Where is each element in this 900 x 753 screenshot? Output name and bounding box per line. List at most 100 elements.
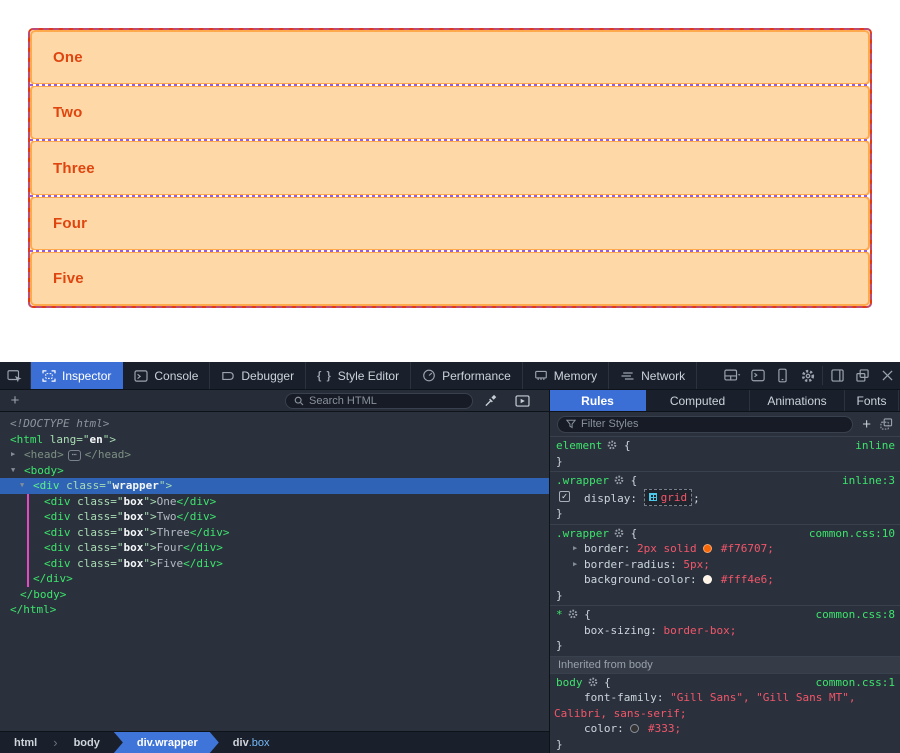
box-label: Three (53, 160, 95, 177)
rule-selector-line: * {common.css:8 (550, 607, 900, 623)
token: "> (143, 526, 156, 539)
selector-highlight-icon[interactable] (607, 440, 617, 450)
debugger-icon (221, 370, 235, 382)
markup-line[interactable]: <html lang="en"> (0, 432, 549, 448)
settings-button[interactable] (795, 362, 820, 389)
selector-highlight-icon[interactable] (614, 528, 624, 538)
selector-highlight-icon[interactable] (588, 677, 598, 687)
dock-options-button[interactable] (720, 362, 745, 389)
css-declaration[interactable]: ✓display: grid; (550, 489, 900, 507)
stylesheet-link[interactable]: inline:3 (842, 473, 895, 489)
css-rule-body: body {common.css:1font-family: "Gill San… (550, 674, 900, 753)
property-value: Calibri, sans-serif; (554, 707, 686, 720)
devtools-main: <!DOCTYPE html><html lang="en">▶<head>⋯<… (0, 412, 900, 753)
tab-computed[interactable]: Computed (646, 390, 750, 411)
markup-line[interactable]: </html> (0, 602, 549, 618)
tab-console[interactable]: Console (123, 362, 210, 389)
tab-fonts[interactable]: Fonts (845, 390, 899, 411)
stylesheet-link[interactable]: common.css:8 (816, 607, 895, 623)
color-swatch[interactable] (630, 724, 639, 733)
css-declaration[interactable]: font-family: "Gill Sans", "Gill Sans MT"… (550, 690, 900, 706)
tab-memory[interactable]: Memory (523, 362, 609, 389)
add-rule-button[interactable]: + (862, 416, 871, 433)
expand-arrow-icon[interactable]: ▶ (573, 557, 577, 573)
token: <div (44, 510, 77, 523)
breadcrumb-item-html[interactable]: html (0, 732, 51, 753)
selector-highlight-icon[interactable] (568, 609, 578, 619)
breadcrumb-item-div-box[interactable]: div.box (219, 732, 284, 753)
css-declaration[interactable]: background-color: #fff4e6; (550, 572, 900, 588)
split-console-button[interactable] (745, 362, 770, 389)
tab-inspector[interactable]: Inspector (31, 362, 123, 389)
css-declaration[interactable]: color: #333; (550, 721, 900, 737)
markup-line[interactable]: <!DOCTYPE html> (0, 416, 549, 432)
add-node-button[interactable]: + (0, 391, 30, 411)
token: <div (44, 526, 77, 539)
css-declaration[interactable]: box-sizing: border-box; (550, 623, 900, 639)
selector[interactable]: .wrapper (556, 474, 609, 487)
breadcrumb-item-div-wrapper[interactable]: div.wrapper (114, 732, 219, 753)
pseudo-class-button[interactable] (880, 418, 893, 430)
markup-line[interactable]: </div> (0, 571, 549, 587)
token: </div> (177, 510, 217, 523)
markup-line[interactable]: <div class="box">Four</div> (0, 540, 549, 556)
responsive-mode-button[interactable] (770, 362, 795, 389)
tab-label: Animations (767, 394, 826, 408)
markup-line[interactable]: <div class="box">Three</div> (0, 525, 549, 541)
css-rule--wrapper: .wrapper {common.css:10▶border: 2px soli… (550, 525, 900, 607)
sidebar-toggle-button[interactable] (825, 362, 850, 389)
token: =" (99, 479, 112, 492)
markup-line[interactable]: ▶<head>⋯</head> (0, 447, 549, 463)
search-placeholder: Search HTML (309, 395, 377, 407)
paused-debugger-button[interactable] (515, 395, 530, 407)
tab-network[interactable]: Network (609, 362, 697, 389)
property-value: grid (661, 490, 688, 506)
breadcrumb-item-body[interactable]: body (60, 732, 114, 753)
expand-arrow-icon[interactable]: ▶ (573, 541, 577, 557)
css-rule--wrapper: .wrapper {inline:3✓display: grid;} (550, 472, 900, 525)
tab-style-editor[interactable]: { }Style Editor (306, 362, 411, 389)
markup-line[interactable]: ▼<body> (0, 463, 549, 479)
selector[interactable]: element (556, 439, 602, 452)
node-picker-button[interactable] (0, 362, 31, 389)
breadcrumb-label: div (233, 737, 249, 749)
markup-line[interactable]: <div class="box">Two</div> (0, 509, 549, 525)
separate-window-button[interactable] (850, 362, 875, 389)
selector[interactable]: body (556, 676, 583, 689)
selector-highlight-icon[interactable] (614, 475, 624, 485)
grid-highlighter-toggle[interactable]: grid (644, 489, 693, 507)
token: <head> (24, 448, 64, 461)
declaration-checkbox[interactable]: ✓ (559, 491, 570, 502)
tab-performance[interactable]: Performance (411, 362, 523, 389)
css-declaration[interactable]: ▶border: 2px solid #f76707; (550, 541, 900, 557)
close-brace: } (550, 638, 900, 654)
color-swatch[interactable] (703, 575, 712, 584)
eyedropper-button[interactable] (484, 394, 497, 407)
sidebar-tabs: RulesComputed Animations Fonts (550, 390, 900, 411)
tab-debugger[interactable]: Debugger (210, 362, 306, 389)
tab-label: Performance (442, 369, 511, 383)
selector[interactable]: * (556, 608, 563, 621)
property-name: border: (584, 542, 637, 555)
markup-line[interactable]: <div class="box">One</div> (0, 494, 549, 510)
tab-rules[interactable]: Rules (550, 390, 646, 411)
token: class (66, 479, 99, 492)
twisty-down-icon[interactable]: ▼ (20, 478, 24, 494)
css-declaration[interactable]: ▶border-radius: 5px; (550, 557, 900, 573)
stylesheet-link[interactable]: common.css:1 (816, 675, 895, 691)
stylesheet-link[interactable]: common.css:10 (809, 526, 895, 542)
filter-styles-input[interactable]: Filter Styles (557, 416, 853, 433)
search-input[interactable]: Search HTML (285, 393, 473, 409)
sidebar-toggle-icon (831, 369, 844, 382)
twisty-down-icon[interactable]: ▼ (11, 463, 15, 479)
markup-line[interactable]: ▼<div class="wrapper"> (0, 478, 549, 494)
close-devtools-button[interactable] (875, 362, 900, 389)
color-swatch[interactable] (703, 544, 712, 553)
box-one: One (30, 30, 870, 85)
markup-line[interactable]: <div class="box">Five</div> (0, 556, 549, 572)
selector[interactable]: .wrapper (556, 527, 609, 540)
twisty-right-icon[interactable]: ▶ (11, 447, 15, 463)
markup-line[interactable]: </body> (0, 587, 549, 603)
stylesheet-link[interactable]: inline (855, 438, 895, 454)
tab-animations[interactable]: Animations (750, 390, 845, 411)
